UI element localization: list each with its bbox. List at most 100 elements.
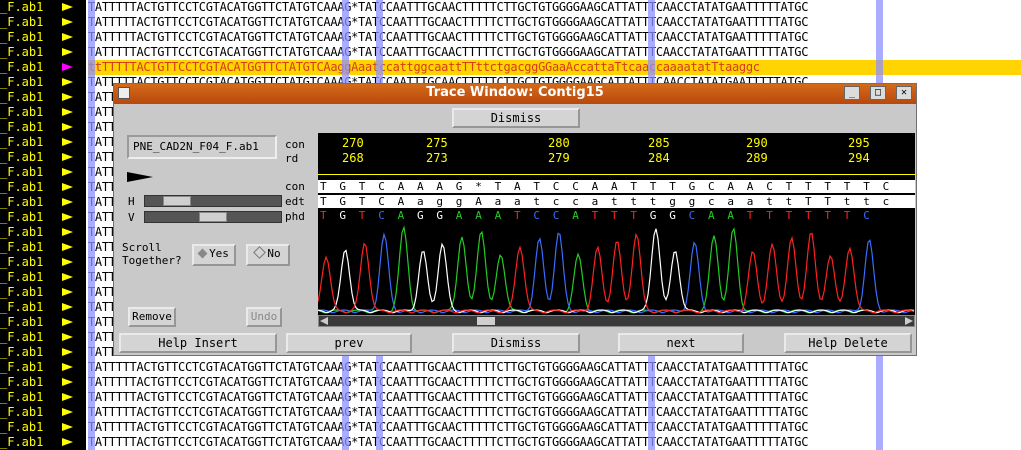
close-icon[interactable]: ✕ xyxy=(896,86,912,100)
read-name-label[interactable]: _F.ab1 xyxy=(0,225,56,240)
edited-sequence[interactable]: TGTCAaggAaatccatttggcaattTTttc xyxy=(318,195,915,208)
alignment-row[interactable]: _F.ab1TATTTTTACTGTTCCTCGTACATGGTTCTATGTC… xyxy=(0,30,1021,45)
read-name-label[interactable]: _F.ab1 xyxy=(0,75,56,90)
column-marker xyxy=(376,405,383,420)
alignment-row[interactable]: _F.ab1TATTTTTACTGTTCCTCGTACATGGTTCTATGTC… xyxy=(0,375,1021,390)
base-letter: C xyxy=(863,209,870,222)
scroll-yes-radio[interactable]: Yes xyxy=(192,244,236,266)
read-name-label[interactable]: _F.ab1 xyxy=(0,360,56,375)
read-name-label[interactable]: _F.ab1 xyxy=(0,345,56,360)
alignment-row[interactable]: _F.ab1TATTTTTACTGTTCCTCGTACATGGTTCTATGTC… xyxy=(0,15,1021,30)
help-insert-button[interactable]: Help Insert xyxy=(119,333,277,353)
remove-button[interactable]: Remove xyxy=(128,307,176,327)
base-letter: c xyxy=(552,195,560,208)
read-name-label[interactable]: _F.ab1 xyxy=(0,270,56,285)
base-letter: A xyxy=(591,180,599,193)
read-name-label[interactable]: _F.ab1 xyxy=(0,315,56,330)
consensus-position: 275 xyxy=(426,136,448,150)
read-name-label[interactable]: _F.ab1 xyxy=(0,255,56,270)
read-position: 284 xyxy=(648,151,670,165)
base-letter: T xyxy=(824,195,832,208)
read-name-label[interactable]: _F.ab1 xyxy=(0,405,56,420)
column-marker xyxy=(876,360,883,375)
read-name-label[interactable]: _F.ab1 xyxy=(0,165,56,180)
alignment-row[interactable]: _F.ab1 ttTTTTTACTGTTCCTCGTACATGGTTCTATGTC… xyxy=(0,60,1021,75)
read-name-label[interactable]: _F.ab1 xyxy=(0,285,56,300)
alignment-row[interactable]: _F.ab1TATTTTTACTGTTCCTCGTACATGGTTCTATGTC… xyxy=(0,360,1021,375)
read-name-label[interactable]: _F.ab1 xyxy=(0,300,56,315)
strand-arrow-icon xyxy=(56,270,86,285)
base-letter: a xyxy=(591,195,599,208)
base-letter: C xyxy=(378,195,385,208)
read-name-label[interactable]: _F.ab1 xyxy=(0,105,56,120)
consensus-sequence[interactable]: T G T C A A A G * T A T C C A A T T T G C A A C T T T T T C xyxy=(318,180,915,193)
read-name-label[interactable]: _F.ab1 xyxy=(0,90,56,105)
column-marker xyxy=(88,45,95,60)
minimize-icon[interactable]: _ xyxy=(844,86,860,100)
read-name-label[interactable]: _F.ab1 xyxy=(0,390,56,405)
v-scale-knob[interactable] xyxy=(199,212,227,222)
play-arrow-icon[interactable] xyxy=(127,172,153,182)
consensus-position: 270 xyxy=(342,136,364,150)
read-name-label[interactable]: _F.ab1 xyxy=(0,30,56,45)
read-name-label[interactable]: _F.ab1 xyxy=(0,0,56,15)
base-letter: T xyxy=(494,180,502,193)
base-letter: T xyxy=(320,209,327,222)
read-position: 289 xyxy=(746,151,768,165)
base-letter: T xyxy=(358,209,366,222)
dismiss-top-button[interactable]: Dismiss xyxy=(452,108,580,128)
alignment-row[interactable]: _F.ab1TATTTTTACTGTTCCTCGTACATGGTTCTATGTC… xyxy=(0,420,1021,435)
read-name-label[interactable]: _F.ab1 xyxy=(0,330,56,345)
column-marker xyxy=(88,405,95,420)
dismiss-button[interactable]: Dismiss xyxy=(452,333,580,353)
trace-hscroll-thumb[interactable] xyxy=(477,317,495,325)
alignment-row[interactable]: _F.ab1TATTTTTACTGTTCCTCGTACATGGTTCTATGTC… xyxy=(0,405,1021,420)
maximize-icon[interactable]: □ xyxy=(870,86,886,100)
v-scale-slider[interactable] xyxy=(144,211,282,223)
read-name-label[interactable]: _F.ab1 xyxy=(0,15,56,30)
column-marker xyxy=(376,420,383,435)
read-name-label[interactable]: _F.ab1 xyxy=(0,180,56,195)
base-letter: t xyxy=(533,195,541,208)
prev-button[interactable]: prev xyxy=(286,333,412,353)
base-letter: T xyxy=(320,195,327,208)
alignment-row[interactable]: _F.ab1TATTTTTACTGTTCCTCGTACATGGTTCTATGTC… xyxy=(0,0,1021,15)
read-name-label[interactable]: _F.ab1 xyxy=(0,120,56,135)
base-letter: t xyxy=(863,195,870,208)
consensus-position: 280 xyxy=(548,136,570,150)
column-marker xyxy=(88,345,95,360)
read-name-label[interactable]: _F.ab1 xyxy=(0,60,56,75)
read-name-label[interactable]: _F.ab1 xyxy=(0,240,56,255)
scroll-left-icon[interactable] xyxy=(320,317,328,325)
help-delete-button[interactable]: Help Delete xyxy=(784,333,912,353)
read-name-label[interactable]: _F.ab1 xyxy=(0,45,56,60)
read-name-label[interactable]: _F.ab1 xyxy=(0,375,56,390)
trace-panel[interactable]: 270 275 280 285 290 295 268 273 279 284 289 294 TGT… xyxy=(318,133,915,325)
base-letter: c xyxy=(882,195,890,208)
alignment-row[interactable]: _F.ab1TATTTTTACTGTTCCTCGTACATGGTTCTATGTC… xyxy=(0,390,1021,405)
scroll-no-radio[interactable]: No xyxy=(246,244,290,266)
scroll-right-icon[interactable] xyxy=(905,317,913,325)
undo-button[interactable]: Undo xyxy=(246,307,282,327)
read-name-label[interactable]: _F.ab1 xyxy=(0,135,56,150)
read-name-label[interactable]: _F.ab1 xyxy=(0,150,56,165)
base-letter: * xyxy=(475,180,482,193)
read-name-label[interactable]: _F.ab1 xyxy=(0,195,56,210)
trace-hscroll[interactable] xyxy=(318,315,915,327)
read-name-label[interactable]: _F.ab1 xyxy=(0,420,56,435)
read-name-label[interactable]: _F.ab1 xyxy=(0,210,56,225)
base-letter: T xyxy=(824,180,832,193)
consensus-position: 285 xyxy=(648,136,670,150)
base-letter: A xyxy=(397,195,405,208)
next-button[interactable]: next xyxy=(618,333,744,353)
base-letter: C xyxy=(378,209,385,222)
column-marker xyxy=(342,15,349,30)
h-scale-slider[interactable] xyxy=(144,195,282,207)
h-scale-knob[interactable] xyxy=(163,196,191,206)
scroll-together-label: Scroll Together? xyxy=(122,241,182,267)
base-letter: T xyxy=(805,180,812,193)
trace-window-titlebar[interactable]: Trace Window: Contig15 _ □ ✕ xyxy=(114,84,916,104)
alignment-row[interactable]: _F.ab1TATTTTTACTGTTCCTCGTACATGGTTCTATGTC… xyxy=(0,45,1021,60)
column-marker xyxy=(88,75,95,90)
base-letter: t xyxy=(785,195,793,208)
